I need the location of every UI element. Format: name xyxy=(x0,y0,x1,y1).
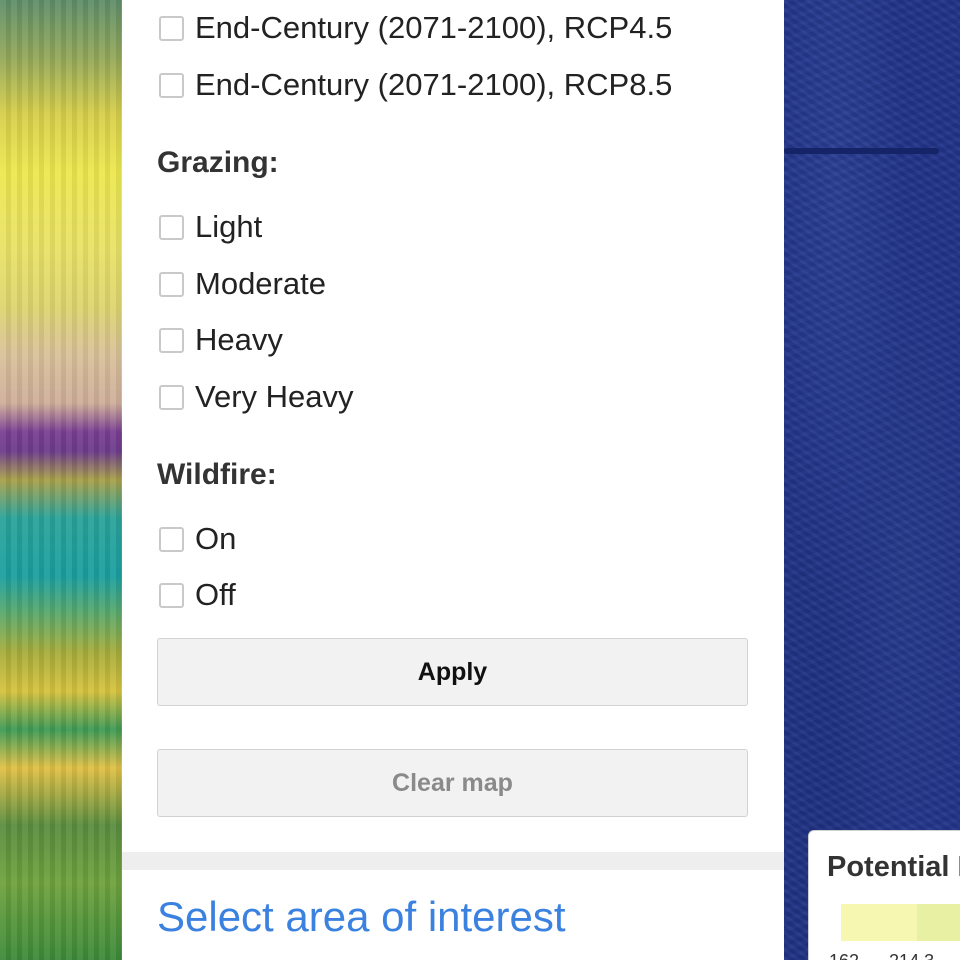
wildfire-option-off[interactable]: Off xyxy=(159,575,236,615)
section-divider xyxy=(122,852,784,870)
grazing-option-heavy[interactable]: Heavy xyxy=(159,320,283,360)
checkbox-moderate[interactable] xyxy=(159,271,184,297)
checkbox-light[interactable] xyxy=(159,214,184,240)
map-terrain-feature xyxy=(784,148,939,154)
checkbox-rcp85[interactable] xyxy=(159,72,184,98)
climate-option-rcp45[interactable]: End-Century (2071-2100), RCP4.5 xyxy=(159,8,672,48)
background-painting xyxy=(0,0,122,960)
checkbox-heavy[interactable] xyxy=(159,327,184,353)
legend-swatch xyxy=(841,904,917,941)
checkbox-very-heavy[interactable] xyxy=(159,384,184,410)
grazing-option-label: Light xyxy=(195,209,263,244)
filter-panel: End-Century (2071-2100), RCP4.5 End-Cent… xyxy=(122,0,784,960)
wildfire-option-on[interactable]: On xyxy=(159,519,236,559)
wildfire-option-label: Off xyxy=(195,577,236,612)
grazing-heading: Grazing: xyxy=(157,146,279,179)
map-view[interactable] xyxy=(784,0,960,960)
legend-swatch xyxy=(917,904,960,941)
climate-option-label: End-Century (2071-2100), RCP4.5 xyxy=(195,10,673,45)
legend-ticks: 162 214.3 xyxy=(829,951,934,960)
checkbox-rcp45[interactable] xyxy=(159,15,184,41)
grazing-option-very-heavy[interactable]: Very Heavy xyxy=(159,377,354,417)
grazing-option-light[interactable]: Light xyxy=(159,207,262,247)
map-legend: Potential I 162 214.3 xyxy=(808,830,960,960)
wildfire-option-label: On xyxy=(195,521,237,556)
apply-button[interactable]: Apply xyxy=(157,638,748,706)
legend-color-bar xyxy=(841,904,960,941)
legend-tick-label: 162 xyxy=(829,951,859,960)
legend-title: Potential I xyxy=(827,851,960,883)
checkbox-on[interactable] xyxy=(159,526,184,552)
grazing-option-moderate[interactable]: Moderate xyxy=(159,264,326,304)
clear-map-button[interactable]: Clear map xyxy=(157,749,748,817)
wildfire-heading: Wildfire: xyxy=(157,458,277,491)
checkbox-off[interactable] xyxy=(159,582,184,608)
climate-option-rcp85[interactable]: End-Century (2071-2100), RCP8.5 xyxy=(159,65,672,105)
grazing-option-label: Moderate xyxy=(195,266,326,301)
select-area-link[interactable]: Select area of interest xyxy=(157,893,566,941)
legend-tick-label: 214.3 xyxy=(889,951,934,960)
climate-option-label: End-Century (2071-2100), RCP8.5 xyxy=(195,67,673,102)
grazing-option-label: Very Heavy xyxy=(195,379,354,414)
grazing-option-label: Heavy xyxy=(195,322,283,357)
